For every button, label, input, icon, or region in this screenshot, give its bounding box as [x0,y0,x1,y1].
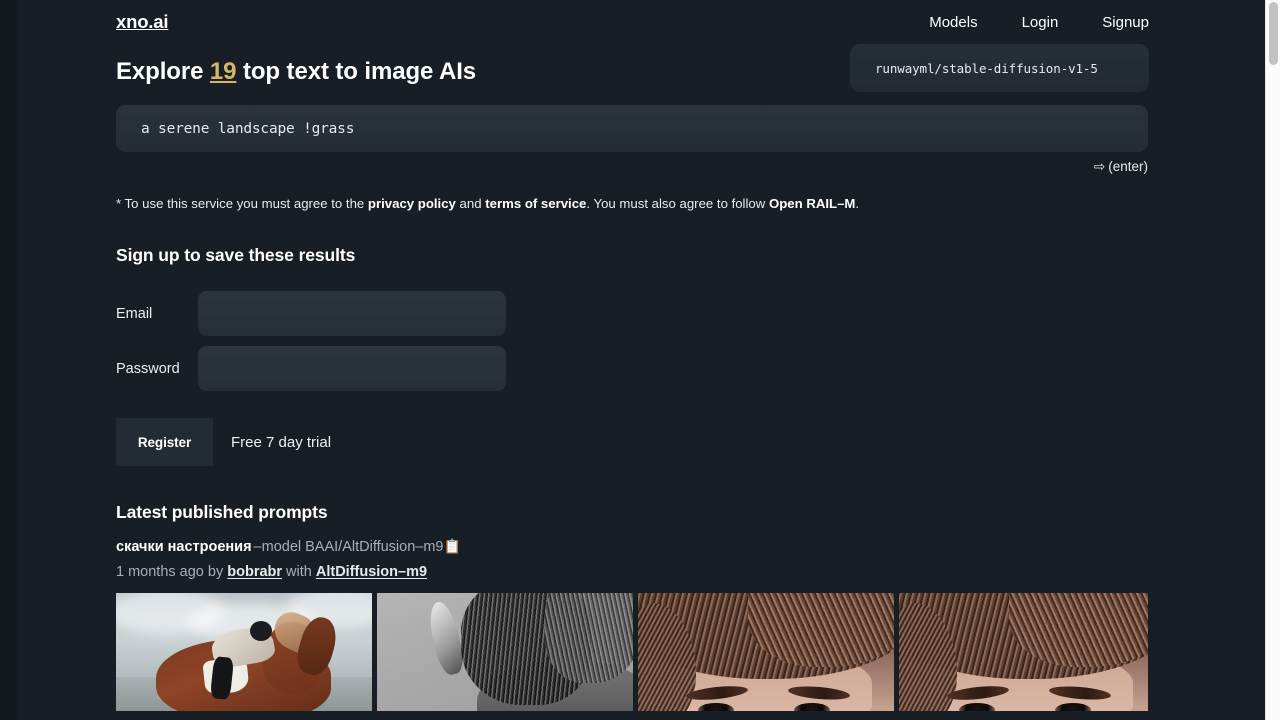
page-scrollbar[interactable] [1265,0,1280,720]
enter-arrow-icon: ⇨ [1093,159,1106,174]
prompt-entry-timestamp: 1 months ago by [116,564,228,581]
latest-prompts-title: Latest published prompts [116,502,328,523]
page-root: xno.ai Models Login Signup Explore 19 to… [0,0,1265,712]
horse-mane-shape [545,593,633,684]
page-title: Explore 19 top text to image AIs [116,58,476,86]
model-count-link[interactable]: 19 [210,58,237,85]
prompt-entry-with: with [282,564,316,581]
legal-prefix: * To use this service you must agree to … [116,196,368,211]
result-image-1[interactable] [116,593,372,712]
headline-suffix: top text to image AIs [236,58,477,85]
main-content: Explore 19 top text to image AIs runwaym… [0,44,1265,712]
site-logo[interactable]: xno.ai [116,11,168,33]
password-row: Password [116,341,1149,396]
email-label: Email [116,305,153,322]
password-field[interactable] [198,346,506,392]
prompt-input-box[interactable]: a serene landscape !grass [116,105,1148,152]
privacy-policy-link[interactable]: privacy policy [368,196,456,211]
nav-link-signup[interactable]: Signup [1102,14,1149,31]
signup-form: Email Password [116,286,1149,396]
free-trial-label: Free 7 day trial [231,433,332,451]
prompt-entry-model-flag: –model BAAI/AltDiffusion–m9 [253,539,444,556]
prompt-input-value: a serene landscape !grass [141,120,355,137]
eye-shape [794,703,830,712]
nav-link-login[interactable]: Login [1022,14,1059,31]
prompt-entry-model-link[interactable]: AltDiffusion–m9 [316,564,427,580]
email-row: Email [116,286,1149,341]
left-gutter [0,0,18,720]
legal-also: . You must also agree to follow [586,196,769,211]
password-label: Password [116,360,180,377]
main-nav: Models Login Signup [929,14,1149,31]
enter-hint-label: (enter) [1108,159,1148,174]
headline-prefix: Explore [116,58,210,85]
legal-suffix: . [855,196,860,211]
eye-shape [1055,703,1091,712]
enter-hint: ⇨ (enter) [116,159,1148,175]
register-button[interactable]: Register [116,418,213,467]
prompt-entry-meta: 1 months ago by bobrabr with AltDiffusio… [116,563,1149,582]
prompt-entry-author-link[interactable]: bobrabr [227,564,282,580]
result-image-2[interactable] [377,593,633,712]
model-selector[interactable]: runwayml/stable-diffusion-v1-5 [850,44,1149,92]
model-selector-label: runwayml/stable-diffusion-v1-5 [875,60,1098,76]
prompt-entry-header: скачки настроения –model BAAI/AltDiffusio… [116,537,1149,557]
scrollbar-thumb[interactable] [1269,2,1278,65]
prompt-result-images [116,593,1148,712]
result-image-3[interactable] [638,593,894,712]
signup-actions: Register Free 7 day trial [116,418,1149,467]
nav-link-models[interactable]: Models [929,14,977,31]
hero-row: Explore 19 top text to image AIs runwaym… [116,44,1149,102]
open-rail-link[interactable]: Open RAIL–M [769,196,855,211]
clipboard-icon[interactable]: 📋 [443,538,460,554]
eye-shape [959,703,995,712]
result-image-4[interactable] [899,593,1148,712]
prompt-entry-text[interactable]: скачки настроения [116,539,252,555]
legal-disclaimer: * To use this service you must agree to … [116,195,1149,213]
signup-section-title: Sign up to save these results [116,245,356,266]
terms-of-service-link[interactable]: terms of service [485,196,586,211]
email-field[interactable] [198,291,506,337]
eye-shape [698,703,734,712]
list-item: скачки настроения –model BAAI/AltDiffusio… [116,537,1149,712]
legal-and: and [455,196,486,211]
page-viewport: xno.ai Models Login Signup Explore 19 to… [0,0,1265,720]
site-header: xno.ai Models Login Signup [0,0,1265,44]
